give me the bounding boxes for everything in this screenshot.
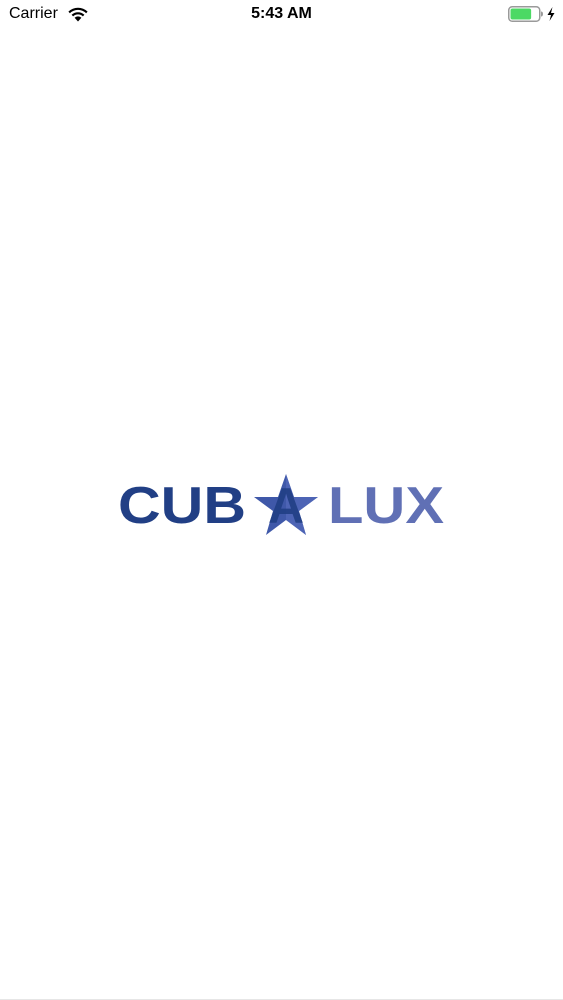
clock-label: 5:43 AM bbox=[251, 5, 312, 22]
charging-bolt-icon bbox=[547, 7, 555, 21]
battery-icon bbox=[508, 6, 543, 22]
logo-text-left: CUB bbox=[118, 477, 246, 535]
logo-text-right: LUX bbox=[328, 477, 444, 535]
status-bar: Carrier 5:43 AM bbox=[0, 0, 563, 30]
logo-star-letter: A bbox=[268, 478, 304, 534]
splash-screen: Carrier 5:43 AM CUB A LUX bbox=[0, 0, 563, 1000]
cubalux-logo: CUB A LUX bbox=[118, 474, 444, 535]
